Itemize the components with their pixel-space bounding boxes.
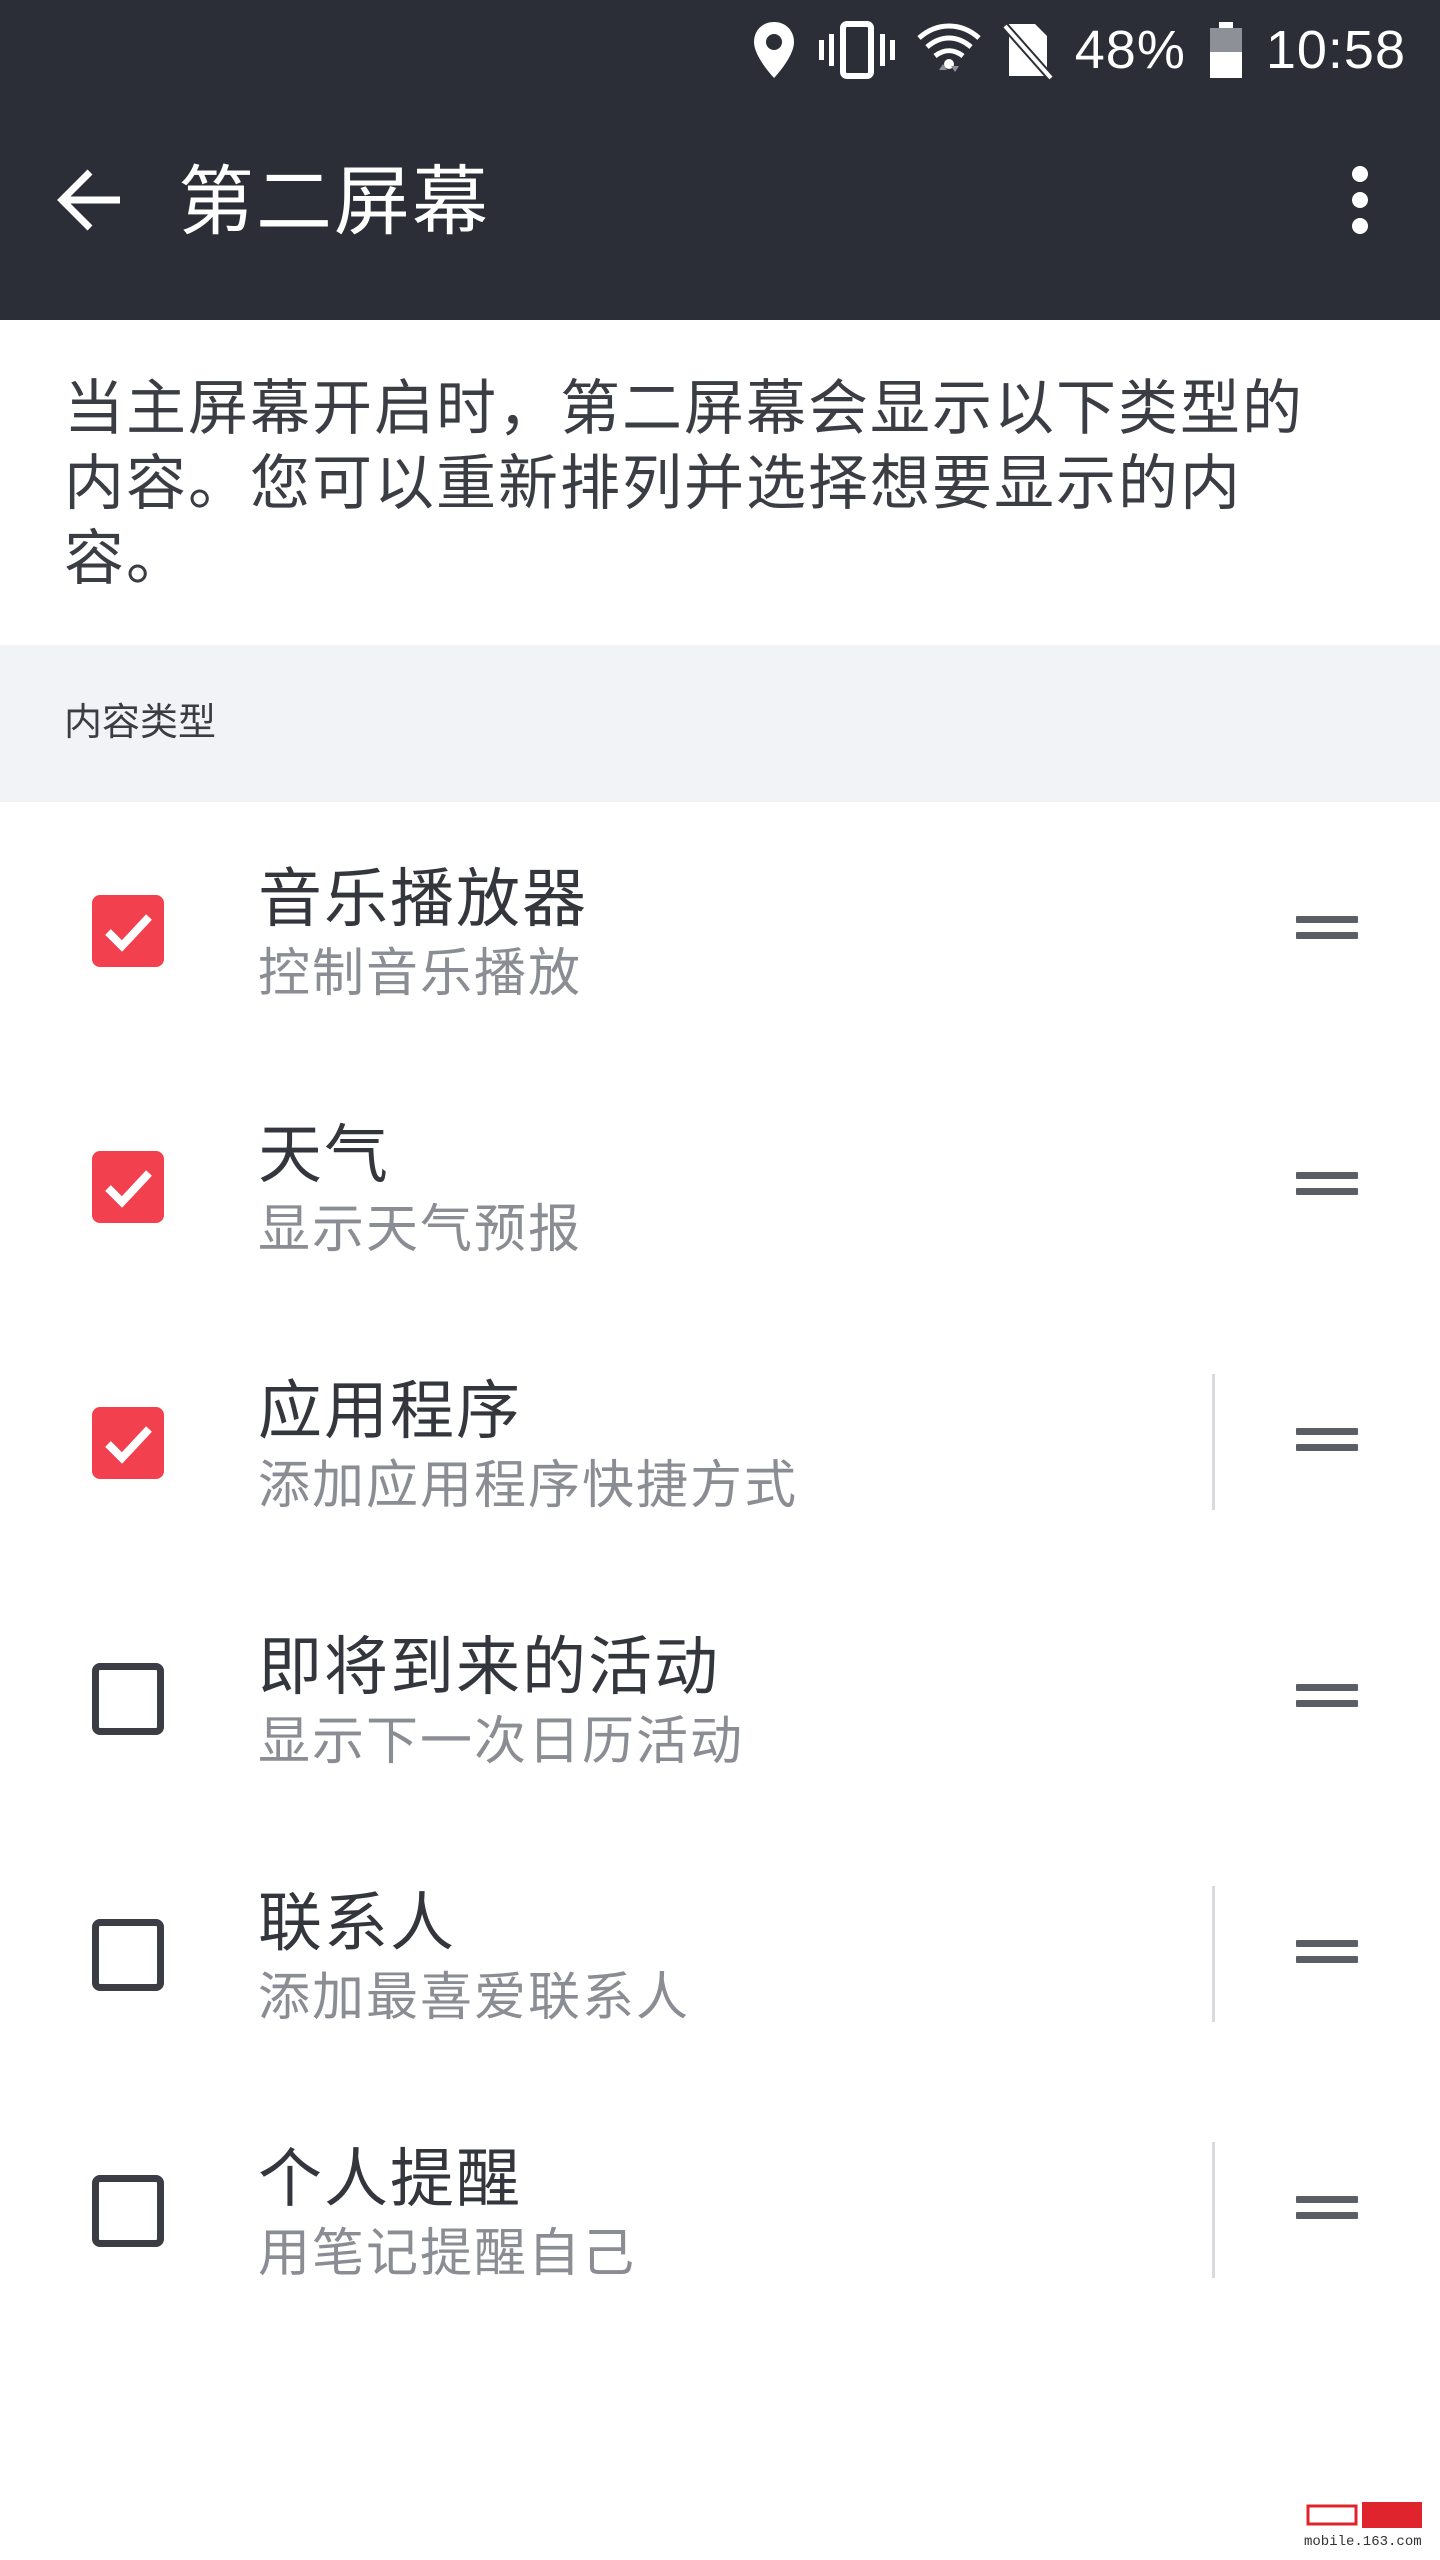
item-title: 联系人: [258, 1887, 456, 1961]
item-title: 即将到来的活动: [258, 1631, 720, 1705]
watermark-text: mobile.163.com: [1304, 2534, 1422, 2550]
item-subtitle: 控制音乐播放: [258, 944, 583, 1004]
item-subtitle: 添加应用程序快捷方式: [258, 1456, 799, 1516]
location-icon: [751, 20, 797, 80]
item-title: 个人提醒: [258, 2143, 522, 2217]
item-title: 天气: [258, 1119, 390, 1193]
settings-divider: [1212, 1374, 1215, 1510]
status-icons: 48% 10:58: [751, 0, 1406, 100]
list-item-weather[interactable]: 天气 显示天气预报: [0, 1058, 1440, 1314]
check-icon: [105, 914, 152, 952]
checkbox-contacts[interactable]: [92, 1919, 164, 1991]
item-title: 音乐播放器: [258, 863, 588, 937]
list-item-music-player[interactable]: 音乐播放器 控制音乐播放: [0, 802, 1440, 1058]
battery-percent: 48%: [1074, 20, 1186, 80]
drag-handle-icon[interactable]: [1284, 1672, 1364, 1724]
wifi-icon: [917, 20, 981, 80]
item-subtitle: 显示天气预报: [258, 1200, 583, 1260]
more-vert-icon: [1352, 166, 1368, 234]
content-type-list: 音乐播放器 控制音乐播放 天气 显示天气预报 应用程序 添加应用程序快捷方式 即…: [0, 802, 1440, 2338]
check-icon: [105, 1170, 152, 1208]
item-subtitle: 用笔记提醒自己: [258, 2224, 637, 2284]
item-subtitle: 添加最喜爱联系人: [258, 1968, 691, 2028]
check-icon: [105, 1426, 152, 1464]
checkbox-reminders[interactable]: [92, 2175, 164, 2247]
overflow-menu-button[interactable]: [1310, 150, 1410, 250]
drag-handle-icon[interactable]: [1284, 1416, 1364, 1468]
checkbox-upcoming-events[interactable]: [92, 1663, 164, 1735]
vibrate-icon: [818, 20, 895, 80]
item-title: 应用程序: [258, 1375, 522, 1449]
list-item-reminders[interactable]: 个人提醒 用笔记提醒自己: [0, 2082, 1440, 2338]
battery-icon: [1208, 20, 1244, 80]
checkbox-music-player[interactable]: [92, 895, 164, 967]
clock: 10:58: [1265, 20, 1406, 80]
list-item-contacts[interactable]: 联系人 添加最喜爱联系人: [0, 1826, 1440, 2082]
back-button[interactable]: [40, 150, 140, 250]
no-sim-icon: [1002, 20, 1053, 80]
watermark: mobile.163.com: [1304, 2500, 1424, 2550]
section-header: 内容类型: [0, 645, 1440, 802]
netease-logo-icon: [1306, 2502, 1422, 2528]
settings-divider: [1212, 2142, 1215, 2278]
page-title: 第二屏幕: [178, 157, 490, 246]
description-text: 当主屏幕开启时，第二屏幕会显示以下类型的内容。您可以重新排列并选择想要显示的内容…: [64, 374, 1304, 594]
arrow-back-icon: [57, 169, 120, 231]
settings-divider: [1212, 1886, 1215, 2022]
drag-handle-icon[interactable]: [1284, 2184, 1364, 2236]
checkbox-apps[interactable]: [92, 1407, 164, 1479]
app-bar: 第二屏幕: [0, 100, 1440, 320]
status-bar: 48% 10:58: [0, 0, 1440, 100]
item-subtitle: 显示下一次日历活动: [258, 1712, 745, 1772]
list-item-apps[interactable]: 应用程序 添加应用程序快捷方式: [0, 1314, 1440, 1570]
drag-handle-icon[interactable]: [1284, 904, 1364, 956]
drag-handle-icon[interactable]: [1284, 1160, 1364, 1212]
list-item-upcoming-events[interactable]: 即将到来的活动 显示下一次日历活动: [0, 1570, 1440, 1826]
drag-handle-icon[interactable]: [1284, 1928, 1364, 1980]
checkbox-weather[interactable]: [92, 1151, 164, 1223]
section-label: 内容类型: [64, 700, 217, 744]
